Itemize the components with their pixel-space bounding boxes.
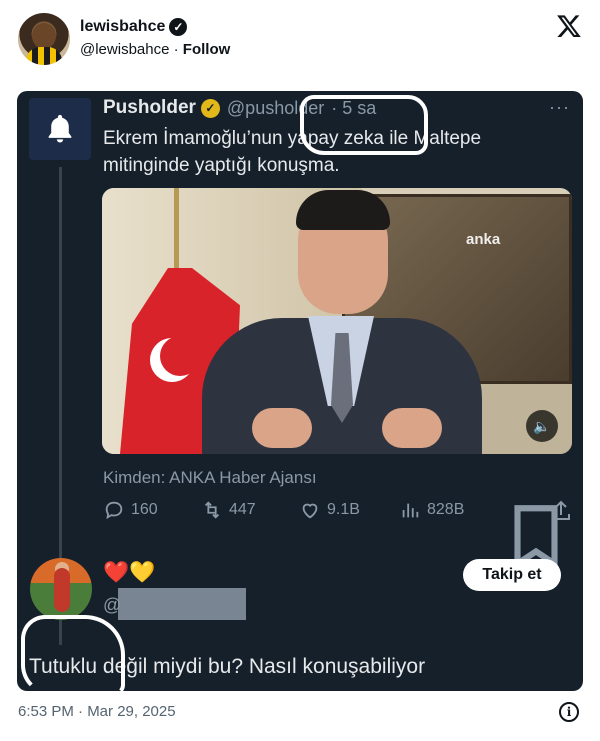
bell-icon xyxy=(48,114,72,143)
redacted-handle xyxy=(118,588,246,620)
x-logo-icon[interactable] xyxy=(556,13,582,39)
post-timestamp[interactable]: 6:53 PM · Mar 29, 2025 xyxy=(18,703,176,720)
speaker-hair xyxy=(296,190,390,230)
embedded-video: anka 🔈 xyxy=(102,188,572,454)
like-action: 9.1B xyxy=(299,499,360,521)
repost-icon xyxy=(204,501,220,519)
verified-badge-icon: ✓ xyxy=(169,18,188,36)
views-icon xyxy=(402,503,419,518)
embedded-author-name: Pusholder xyxy=(103,97,196,118)
more-icon: ··· xyxy=(549,97,570,117)
repost-count: 447 xyxy=(229,501,256,518)
like-count: 9.1B xyxy=(327,501,360,518)
volume-icon: 🔈 xyxy=(526,410,558,442)
embedded-screenshot: Pusholder ✓ @pusholder · 5 sa ··· Ekrem … xyxy=(17,91,583,691)
reply-count: 160 xyxy=(131,501,158,518)
pusholder-avatar xyxy=(29,98,91,160)
share-icon xyxy=(552,500,570,520)
hand-drawn-circle-2 xyxy=(21,615,125,691)
speaker-hand-left xyxy=(252,408,312,448)
views-count: 828B xyxy=(427,501,465,518)
gold-verified-icon: ✓ xyxy=(200,98,220,118)
takip-et-button: Takip et xyxy=(463,559,561,591)
source-label: Kimden: ANKA Haber Ajansı xyxy=(103,468,317,487)
hand-drawn-circle xyxy=(300,95,428,155)
speaker-hand-right xyxy=(382,408,442,448)
reply-avatar-body xyxy=(54,568,70,612)
heart-icon xyxy=(302,503,318,519)
avatar-shirt xyxy=(26,47,62,65)
info-icon[interactable]: i xyxy=(559,702,579,722)
handle-separator: · xyxy=(173,41,179,58)
flag-pole xyxy=(174,188,179,278)
reply-avatar xyxy=(30,558,92,620)
reply-emojis: ❤️💛 xyxy=(103,561,156,584)
video-watermark: anka xyxy=(466,231,501,248)
follow-link[interactable]: Follow xyxy=(183,41,231,58)
views-action: 828B xyxy=(399,499,464,521)
author-handle[interactable]: @lewisbahce xyxy=(80,41,169,58)
reply-action: 160 xyxy=(103,499,158,521)
reply-icon xyxy=(105,501,123,520)
action-bar: 160 447 9.1B 828B xyxy=(103,499,573,570)
author-name-text: lewisbahce xyxy=(80,18,166,35)
avatar-face xyxy=(32,23,56,49)
author-avatar[interactable] xyxy=(18,13,70,65)
repost-action: 447 xyxy=(201,499,256,521)
author-handle-line: @lewisbahce · Follow xyxy=(80,41,230,58)
flag-crescent-cut xyxy=(160,336,200,376)
author-name[interactable]: lewisbahce ✓ xyxy=(80,18,188,36)
